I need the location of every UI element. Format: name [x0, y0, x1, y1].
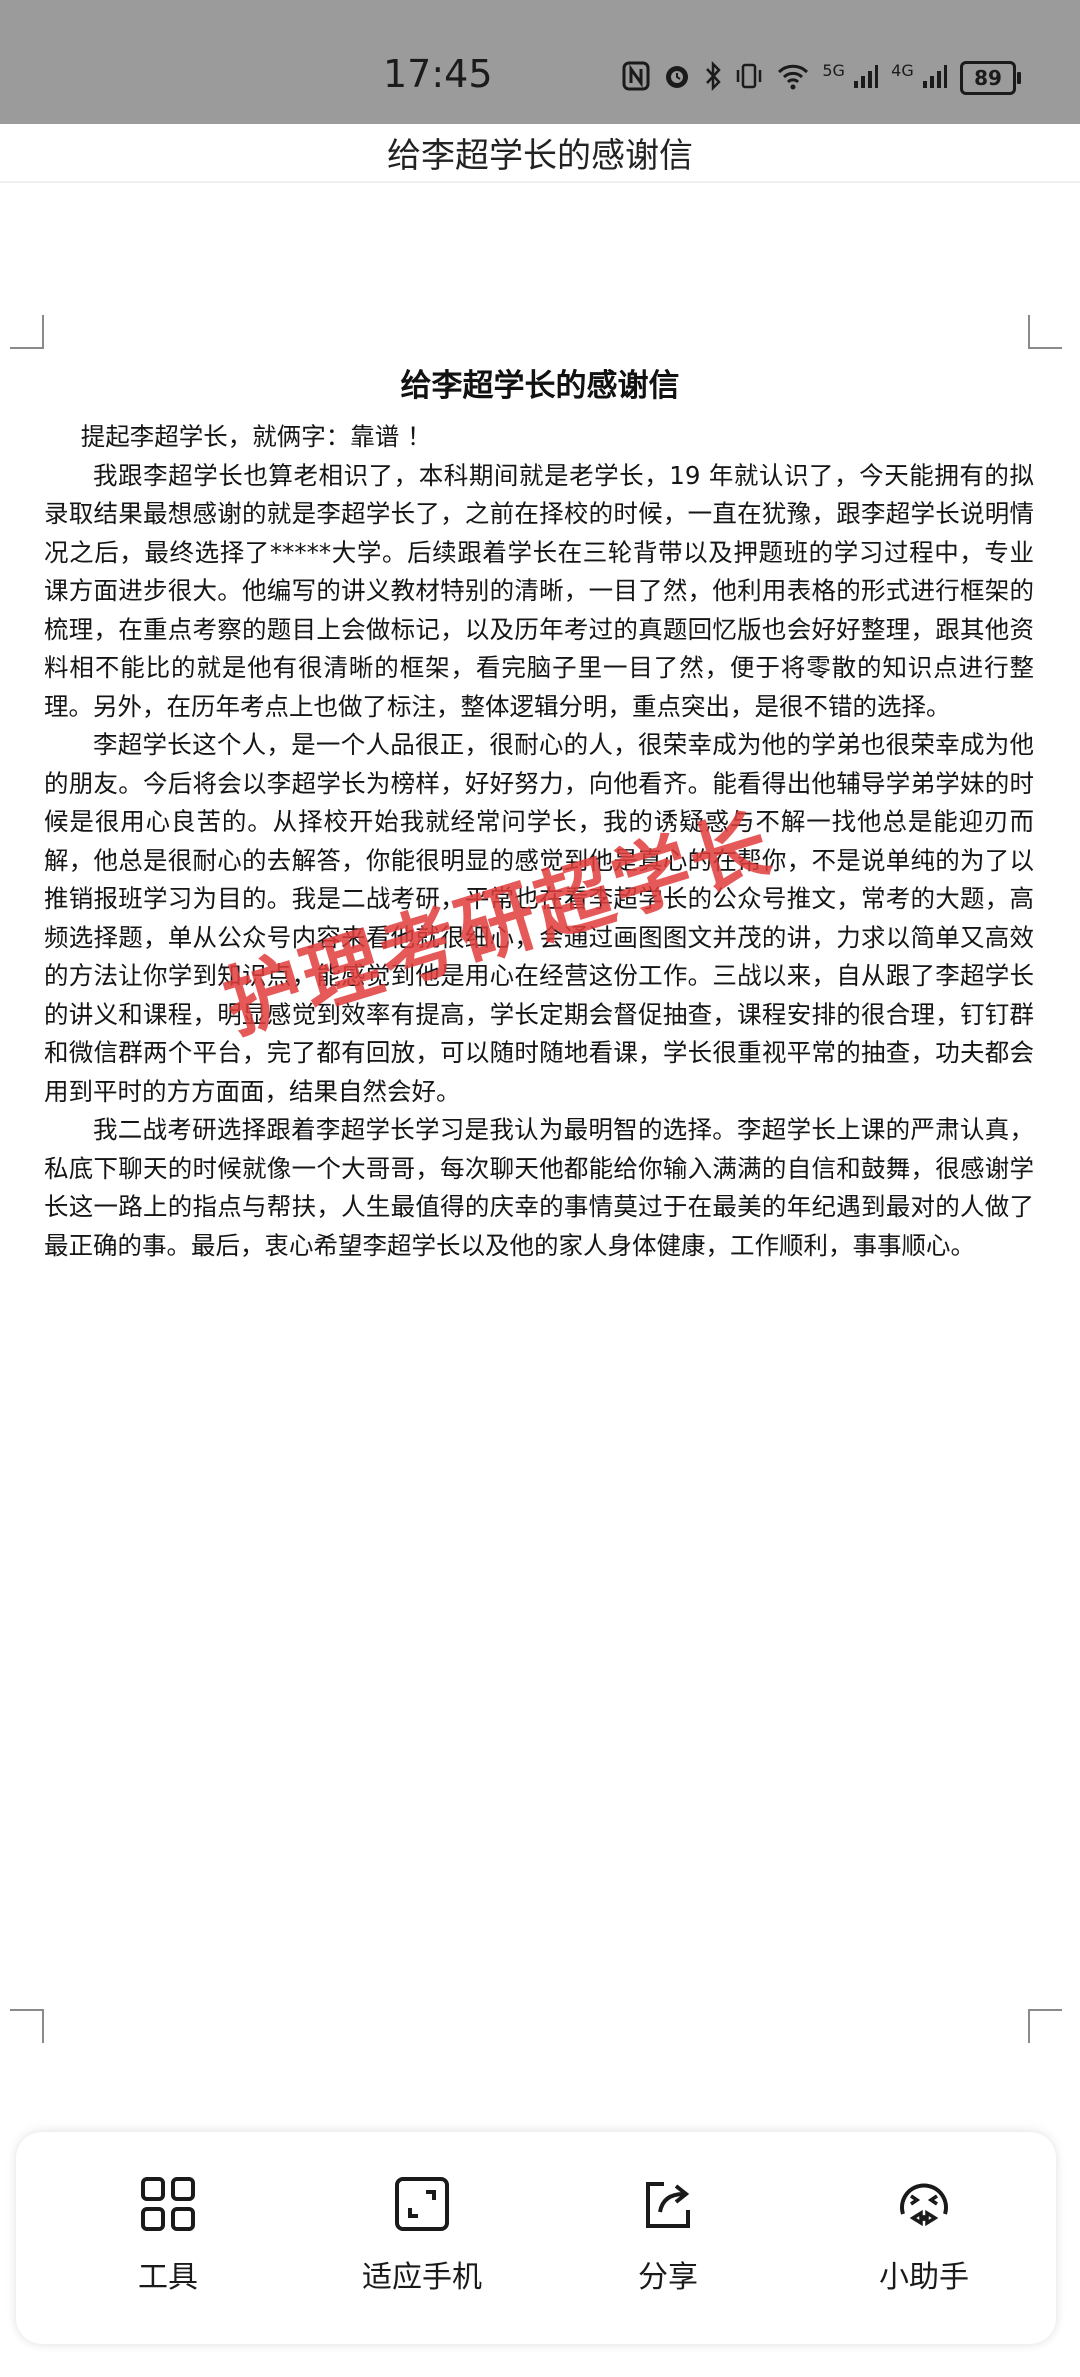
page-corner-mark [1028, 2009, 1062, 2043]
battery-icon: 89 [960, 61, 1021, 95]
nfc-icon [622, 61, 650, 96]
page-corner-mark [1028, 315, 1062, 349]
letter-title: 给李超学长的感谢信 [400, 368, 680, 404]
bluetooth-icon [704, 60, 722, 96]
assistant-label: 小助手 [879, 2260, 969, 2295]
document-header: 给李超学长的感谢信 [0, 124, 1080, 183]
fit-screen-label: 适应手机 [362, 2260, 482, 2295]
wifi-icon [776, 61, 810, 96]
status-time: 17:45 [383, 52, 493, 96]
vibrate-icon [734, 61, 764, 96]
assistant-button[interactable]: 小助手 [824, 2174, 1024, 2296]
alarm-icon [662, 61, 692, 96]
letter-body: 提起李超学长，就俩字：靠谱 ！ 我跟李超学长也算老相识了，本科期间就是老学长，1… [44, 418, 1034, 1265]
signal-icon: 4G [891, 62, 948, 94]
header-title: 给李超学长的感谢信 [387, 136, 693, 176]
assistant-icon [900, 2183, 948, 2227]
letter-paragraph: 我跟李超学长也算老相识了，本科期间就是老学长，19 年就认识了，今天能拥有的拟录… [44, 460, 1034, 721]
fit-screen-icon [395, 2177, 449, 2231]
fit-screen-button[interactable]: 适应手机 [322, 2174, 522, 2296]
page-corner-mark [10, 315, 44, 349]
letter-greeting: 提起李超学长，就俩字：靠谱 ！ [80, 422, 432, 451]
share-button[interactable]: 分享 [568, 2174, 768, 2296]
share-icon [646, 2182, 690, 2228]
status-icons: 5G 4G 89 [622, 58, 1021, 98]
signal-icon: 5G [822, 62, 879, 94]
letter-paragraph: 我二战考研选择跟着李超学长学习是我认为最明智的选择。李超学长上课的严肃认真，私底… [44, 1115, 1034, 1260]
tools-label: 工具 [138, 2260, 198, 2295]
share-label: 分享 [638, 2260, 698, 2295]
tools-button[interactable]: 工具 [68, 2174, 268, 2296]
page-corner-mark [10, 2009, 44, 2043]
bottom-toolbar: 工具 适应手机 分享 小助手 [16, 2132, 1056, 2344]
status-bar: 17:45 5G 4G 89 [0, 0, 1080, 124]
tools-grid-icon [141, 2177, 195, 2231]
